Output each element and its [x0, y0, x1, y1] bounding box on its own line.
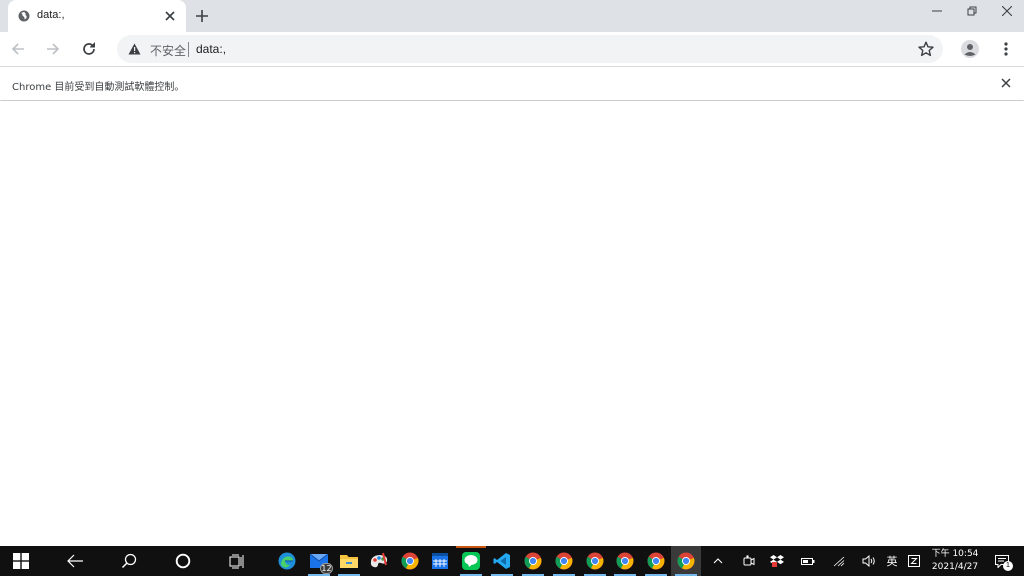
tab-data[interactable]: data:, — [8, 0, 186, 32]
back-button[interactable] — [8, 39, 28, 59]
close-icon[interactable] — [1000, 77, 1012, 89]
paint-icon — [370, 552, 388, 568]
browser-toolbar: 不安全 data:, — [0, 32, 1024, 66]
paint-app[interactable] — [364, 546, 394, 576]
calendar-icon — [432, 553, 448, 569]
menu-button[interactable] — [996, 39, 1016, 59]
reload-icon — [83, 42, 95, 55]
task-view-button[interactable] — [222, 546, 252, 576]
automation-infobar: Chrome 目前受到自動測試軟體控制。 — [0, 66, 1024, 100]
dropbox-icon — [770, 554, 784, 567]
tab-title: data:, — [37, 9, 65, 21]
vscode-icon — [493, 553, 510, 569]
chrome-icon — [616, 552, 634, 570]
window-close-button[interactable] — [990, 0, 1024, 22]
dropbox-tray-button[interactable] — [766, 546, 788, 576]
chrome-icon — [586, 552, 604, 570]
system-clock[interactable]: 下午 10:54 2021/4/27 — [926, 548, 984, 574]
forward-button[interactable] — [43, 39, 63, 59]
clock-time: 下午 10:54 — [931, 549, 979, 559]
windows-start-icon — [13, 553, 29, 569]
line-icon — [462, 552, 480, 570]
show-hidden-icons-button[interactable] — [707, 546, 729, 576]
back-arrow-icon — [11, 43, 24, 55]
plus-icon[interactable] — [194, 8, 210, 24]
chrome-app-3[interactable] — [549, 546, 579, 576]
calendar-app[interactable] — [425, 546, 455, 576]
chrome-app-1[interactable] — [395, 546, 425, 576]
ime-mode-button[interactable] — [903, 546, 925, 576]
minimize-button[interactable] — [920, 0, 954, 22]
windows-taskbar: 12 英 下午 10:54 2021/4/27 1 — [0, 546, 1024, 576]
chrome-app-7[interactable] — [671, 546, 701, 576]
taskbar-back-button[interactable] — [60, 546, 90, 576]
back-arrow-icon — [67, 554, 83, 568]
vscode-app[interactable] — [487, 546, 517, 576]
chrome-app-4[interactable] — [580, 546, 610, 576]
chrome-icon — [555, 552, 573, 570]
file-explorer-icon — [340, 555, 358, 568]
chrome-icon — [677, 552, 695, 570]
task-view-icon — [229, 554, 243, 568]
url-text[interactable]: data:, — [196, 42, 226, 56]
restore-button[interactable] — [955, 0, 989, 22]
battery-icon — [801, 557, 815, 565]
chrome-icon — [401, 552, 419, 570]
chrome-app-2[interactable] — [518, 546, 548, 576]
edge-icon — [278, 552, 296, 570]
edge-app[interactable] — [272, 546, 302, 576]
clock-date: 2021/4/27 — [931, 562, 979, 572]
chrome-app-5[interactable] — [610, 546, 640, 576]
mail-app[interactable]: 12 — [304, 546, 334, 576]
meet-now-icon — [743, 555, 755, 566]
chrome-app-6[interactable] — [641, 546, 671, 576]
ime-mode-icon — [908, 555, 920, 567]
reload-button[interactable] — [79, 39, 99, 59]
close-icon[interactable] — [163, 9, 177, 23]
line-app[interactable] — [456, 546, 486, 576]
restore-icon — [967, 6, 977, 16]
notification-count-badge: 1 — [1003, 561, 1013, 571]
address-bar[interactable]: 不安全 data:, — [117, 35, 943, 63]
cortana-icon — [175, 553, 191, 569]
star-icon[interactable] — [918, 41, 934, 57]
chrome-icon — [524, 552, 542, 570]
tab-strip: data:, — [0, 0, 1024, 32]
kebab-menu-icon — [1004, 42, 1008, 56]
divider — [188, 42, 189, 57]
infobar-message: Chrome 目前受到自動測試軟體控制。 — [12, 82, 185, 93]
ime-language-button[interactable]: 英 — [881, 546, 903, 576]
search-button[interactable] — [114, 546, 144, 576]
notification-center-button[interactable]: 1 — [989, 546, 1015, 576]
wifi-icon — [833, 556, 844, 566]
battery-status[interactable] — [797, 546, 819, 576]
volume-control[interactable] — [858, 546, 880, 576]
network-status[interactable] — [828, 546, 850, 576]
chevron-up-icon — [713, 558, 723, 564]
cortana-button[interactable] — [168, 546, 198, 576]
mail-unread-badge: 12 — [320, 563, 333, 574]
page-content[interactable] — [0, 101, 1024, 546]
warning-icon[interactable] — [128, 43, 141, 55]
chrome-icon — [647, 552, 665, 570]
file-explorer-app[interactable] — [334, 546, 364, 576]
profile-icon — [961, 40, 979, 58]
minimize-icon — [932, 10, 942, 12]
close-icon — [1002, 6, 1012, 16]
globe-icon — [18, 10, 30, 22]
meet-now-button[interactable] — [738, 546, 760, 576]
forward-arrow-icon — [47, 43, 60, 55]
volume-icon — [862, 555, 875, 567]
security-status-label[interactable]: 不安全 — [150, 42, 186, 59]
search-icon — [121, 553, 137, 569]
start-button[interactable] — [6, 546, 36, 576]
profile-button[interactable] — [960, 39, 980, 59]
